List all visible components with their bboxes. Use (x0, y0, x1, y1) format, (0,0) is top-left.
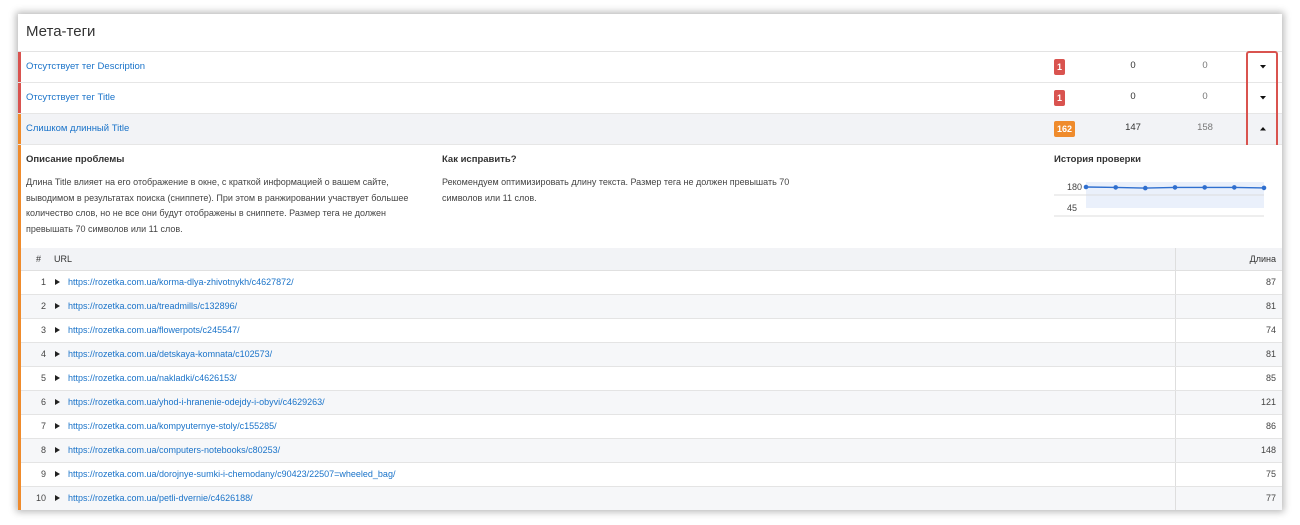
url-link[interactable]: https://rozetka.com.ua/dorojnye-sumki-i-… (68, 469, 395, 479)
row-index: 2 (40, 301, 46, 311)
warning-stripe (18, 114, 21, 144)
issue-count-prev: 0 (1202, 91, 1208, 102)
fix-heading: Как исправить? (442, 154, 517, 165)
panel-title: Мета-теги (26, 23, 96, 40)
error-count-badge: 1 (1054, 59, 1065, 75)
issue-count-new: 0 (1130, 60, 1136, 71)
issue-count-prev: 158 (1197, 122, 1213, 133)
warning-stripe (18, 145, 21, 248)
table-row: 3 https://rozetka.com.ua/flowerpots/c2455… (21, 319, 1282, 343)
issue-row-title-too-long[interactable]: Слишком длинный Title 162 147 158 (18, 114, 1282, 145)
table-row: 2 https://rozetka.com.ua/treadmills/c1328… (21, 295, 1282, 319)
fix-text: Рекомендуем оптимизировать длину текста.… (442, 177, 790, 203)
expand-row-icon[interactable] (55, 399, 60, 405)
url-link[interactable]: https://rozetka.com.ua/computers-noteboo… (68, 445, 280, 455)
table-row: 7 https://rozetka.com.ua/kompyuternye-sto… (21, 415, 1282, 439)
row-index: 1 (40, 277, 46, 287)
panel-header: Мета-теги (18, 14, 1282, 52)
history-chart: 180 45 (1054, 182, 1267, 217)
url-link[interactable]: https://rozetka.com.ua/detskaya-komnata/… (68, 349, 272, 359)
history-point (1113, 185, 1118, 190)
history-point (1172, 185, 1178, 190)
problem-text: Длина Title влияет на его отображение в … (26, 177, 409, 234)
row-index: 10 (35, 493, 46, 503)
url-link[interactable]: https://rozetka.com.ua/yhod-i-hranenie-o… (68, 397, 325, 407)
row-index: 5 (40, 373, 46, 383)
expand-row-icon[interactable] (55, 327, 60, 333)
history-axis-top: 180 (1067, 182, 1082, 192)
expand-row-icon[interactable] (55, 375, 60, 381)
issue-count-new: 0 (1130, 91, 1136, 102)
title-length: 81 (1265, 349, 1276, 359)
expand-row-icon[interactable] (55, 303, 60, 309)
table-row: 5 https://rozetka.com.ua/nakladki/c462615… (21, 367, 1282, 391)
history-point (1232, 185, 1237, 190)
warning-count-badge: 162 (1054, 121, 1075, 137)
url-table: # URL Длина 1 https://rozetka.com.ua/korm… (18, 248, 1282, 510)
expand-row-icon[interactable] (55, 495, 60, 501)
history-point (1083, 184, 1089, 190)
history-point (1202, 185, 1207, 190)
row-index: 3 (40, 325, 46, 335)
column-header-url[interactable]: URL (54, 254, 72, 264)
expand-row-icon[interactable] (55, 351, 60, 357)
title-length: 121 (1260, 397, 1276, 407)
expand-row-icon[interactable] (55, 279, 60, 285)
row-index: 9 (40, 469, 46, 479)
url-link[interactable]: https://rozetka.com.ua/korma-dlya-zhivot… (68, 277, 294, 287)
issue-row-missing-title[interactable]: Отсутствует тег Title 1 0 0 (18, 83, 1282, 114)
table-row: 9 https://rozetka.com.ua/dorojnye-sumki-i… (21, 463, 1282, 487)
row-index: 7 (40, 421, 46, 431)
history-axis-bottom: 45 (1067, 203, 1077, 213)
problem-heading: Описание проблемы (26, 154, 125, 165)
url-link[interactable]: https://rozetka.com.ua/petli-dvernie/c46… (68, 493, 253, 503)
row-index: 8 (40, 445, 46, 455)
title-length: 87 (1265, 277, 1276, 287)
table-header: # URL Длина (21, 248, 1282, 271)
table-row: 4 https://rozetka.com.ua/detskaya-komnata… (21, 343, 1282, 367)
highlight-annotation (1246, 51, 1278, 152)
error-count-badge: 1 (1054, 90, 1065, 106)
issue-count-prev: 0 (1202, 60, 1208, 71)
table-row: 1 https://rozetka.com.ua/korma-dlya-zhivo… (21, 271, 1282, 295)
title-length: 148 (1260, 445, 1276, 455)
title-length: 77 (1265, 493, 1276, 503)
issue-details: Описание проблемы Длина Title влияет на … (18, 145, 1282, 248)
title-length: 75 (1265, 469, 1276, 479)
column-header-length[interactable]: Длина (1250, 254, 1276, 264)
title-length: 74 (1265, 325, 1276, 335)
error-stripe (18, 52, 21, 82)
title-length: 81 (1265, 301, 1276, 311)
title-length: 86 (1265, 421, 1276, 431)
title-length: 85 (1265, 373, 1276, 383)
issue-link[interactable]: Слишком длинный Title (26, 123, 129, 134)
row-index: 6 (40, 397, 46, 407)
issue-count-new: 147 (1125, 122, 1141, 133)
url-link[interactable]: https://rozetka.com.ua/treadmills/c13289… (68, 301, 237, 311)
url-link[interactable]: https://rozetka.com.ua/nakladki/c4626153… (68, 373, 237, 383)
table-row: 8 https://rozetka.com.ua/computers-notebo… (21, 439, 1282, 463)
table-row: 6 https://rozetka.com.ua/yhod-i-hranenie-… (21, 391, 1282, 415)
history-point (1143, 185, 1148, 191)
issue-link[interactable]: Отсутствует тег Title (26, 92, 115, 103)
url-link[interactable]: https://rozetka.com.ua/kompyuternye-stol… (68, 421, 277, 431)
error-stripe (18, 83, 21, 113)
column-header-index: # (36, 254, 42, 264)
expand-row-icon[interactable] (55, 471, 60, 477)
history-heading: История проверки (1054, 154, 1142, 165)
meta-tags-panel: Мета-теги Отсутствует тег Description 1 … (18, 14, 1282, 510)
expand-row-icon[interactable] (55, 447, 60, 453)
history-point (1261, 185, 1267, 191)
expand-row-icon[interactable] (55, 423, 60, 429)
url-link[interactable]: https://rozetka.com.ua/flowerpots/c24554… (68, 325, 240, 335)
issue-link[interactable]: Отсутствует тег Description (26, 61, 145, 72)
table-row: 10 https://rozetka.com.ua/petli-dvernie/c… (21, 487, 1282, 510)
issue-row-missing-description[interactable]: Отсутствует тег Description 1 0 0 (18, 52, 1282, 83)
row-index: 4 (40, 349, 46, 359)
